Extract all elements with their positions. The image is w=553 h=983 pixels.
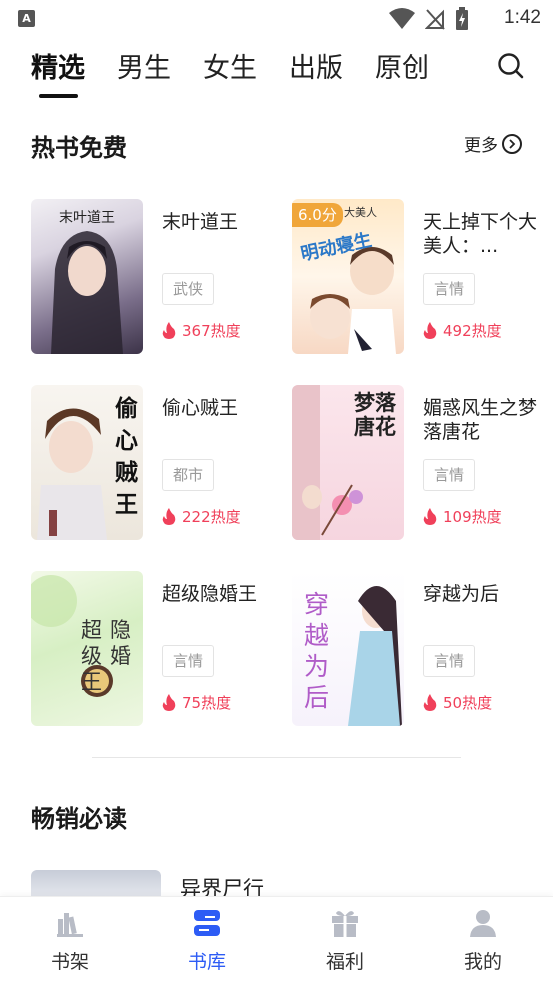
more-label: 更多	[464, 136, 498, 156]
section-title-hot-free: 热书免费	[31, 134, 127, 162]
book-cover[interactable]: 偷心贼王	[31, 385, 143, 540]
heat-count: 75热度	[162, 692, 231, 713]
genre-tag: 言情	[423, 645, 475, 677]
genre-tag: 都市	[162, 459, 214, 491]
book-cover[interactable]: 末叶道王	[31, 199, 143, 354]
fire-icon	[423, 694, 437, 711]
book-cover[interactable]: 超隐级婚王	[31, 571, 143, 726]
fire-icon	[423, 508, 437, 525]
nav-profile[interactable]: 我的	[443, 907, 523, 974]
nav-label: 我的	[463, 951, 502, 973]
heat-label: 50热度	[443, 694, 493, 712]
nav-bookshelf[interactable]: 书架	[30, 907, 110, 974]
book-title[interactable]: 超级隐婚王	[162, 582, 276, 606]
tab-female[interactable]: 女生	[203, 46, 257, 85]
cover-illustration	[51, 231, 123, 354]
chevron-right-icon	[502, 133, 522, 154]
fire-icon	[162, 322, 176, 339]
battery-charging-icon	[456, 7, 468, 30]
tab-featured[interactable]: 精选	[31, 46, 85, 85]
library-icon	[194, 910, 220, 936]
bookshelf-icon	[57, 913, 83, 937]
cover-subtitle: 大美人	[344, 206, 377, 219]
wifi-icon	[389, 8, 415, 29]
book-title[interactable]: 末叶道王	[162, 210, 276, 234]
heat-label: 367热度	[182, 322, 241, 340]
book-card[interactable]: 超隐级婚王 超级隐婚王 言情 75热度	[31, 571, 276, 727]
heat-count: 367热度	[162, 320, 241, 341]
genre-tag: 言情	[423, 459, 475, 491]
tab-publish[interactable]: 出版	[289, 46, 343, 85]
more-link[interactable]: 更多	[464, 131, 522, 156]
book-title[interactable]: 穿越为后	[423, 582, 537, 606]
fire-icon	[162, 694, 176, 711]
book-cover[interactable]: 6.0分 大美人 明动寝生	[292, 199, 404, 354]
nav-benefits[interactable]: 福利	[305, 907, 385, 974]
book-title[interactable]: 偷心贼王	[162, 396, 276, 420]
nav-label: 福利	[325, 951, 364, 973]
search-button[interactable]	[496, 51, 526, 81]
category-tabs: 精选 男生 女生 出版 原创	[0, 40, 553, 100]
status-time: 1:42	[504, 7, 541, 28]
no-signal-icon	[425, 9, 445, 30]
nav-library[interactable]: 书库	[167, 907, 247, 974]
gift-icon	[332, 911, 358, 937]
score-badge: 6.0分	[292, 203, 343, 227]
tab-original[interactable]: 原创	[375, 46, 429, 85]
heat-count: 50热度	[423, 692, 492, 713]
active-tab-indicator	[39, 94, 78, 98]
cover-title: 梦落唐花	[354, 390, 396, 439]
nav-label: 书库	[187, 951, 226, 973]
book-card[interactable]: 梦落唐花 媚惑风生之梦落唐花 言情 109热度	[292, 385, 537, 541]
cover-title: 超隐级婚王	[81, 618, 139, 694]
heat-count: 109热度	[423, 506, 502, 527]
heat-label: 492热度	[443, 322, 502, 340]
book-title[interactable]: 媚惑风生之梦落唐花	[423, 396, 537, 444]
search-icon	[498, 53, 524, 79]
heat-count: 492热度	[423, 320, 502, 341]
genre-tag: 言情	[162, 645, 214, 677]
genre-tag: 武侠	[162, 273, 214, 305]
heat-label: 75热度	[182, 694, 232, 712]
book-card[interactable]: 穿越为后 穿越为后 言情 50热度	[292, 571, 537, 727]
book-card[interactable]: 6.0分 大美人 明动寝生 天上掉下个大美人：... 言情 492热度	[292, 199, 537, 355]
cover-title: 偷心贼王	[115, 395, 138, 518]
book-card[interactable]: 末叶道王 末叶道王 武侠 367热度	[31, 199, 276, 355]
book-title[interactable]: 天上掉下个大美人：...	[423, 210, 537, 258]
heat-label: 222热度	[182, 508, 241, 526]
bottom-navigation: 书架 书库 福利 我的	[0, 896, 553, 983]
tab-male[interactable]: 男生	[117, 46, 171, 85]
fire-icon	[162, 508, 176, 525]
genre-tag: 言情	[423, 273, 475, 305]
heat-count: 222热度	[162, 506, 241, 527]
book-cover[interactable]: 梦落唐花	[292, 385, 404, 540]
app-notification-icon: A	[18, 10, 35, 27]
section-title-bestseller: 畅销必读	[31, 805, 127, 833]
book-card[interactable]: 偷心贼王 偷心贼王 都市 222热度	[31, 385, 276, 541]
cover-title: 穿越为后	[304, 590, 330, 712]
profile-icon	[470, 910, 496, 937]
section-divider	[92, 757, 461, 758]
status-icons	[389, 7, 469, 31]
fire-icon	[423, 322, 437, 339]
nav-label: 书架	[50, 951, 89, 973]
book-cover[interactable]: 穿越为后	[292, 571, 404, 726]
heat-label: 109热度	[443, 508, 502, 526]
status-bar: A 1:42	[0, 0, 553, 38]
